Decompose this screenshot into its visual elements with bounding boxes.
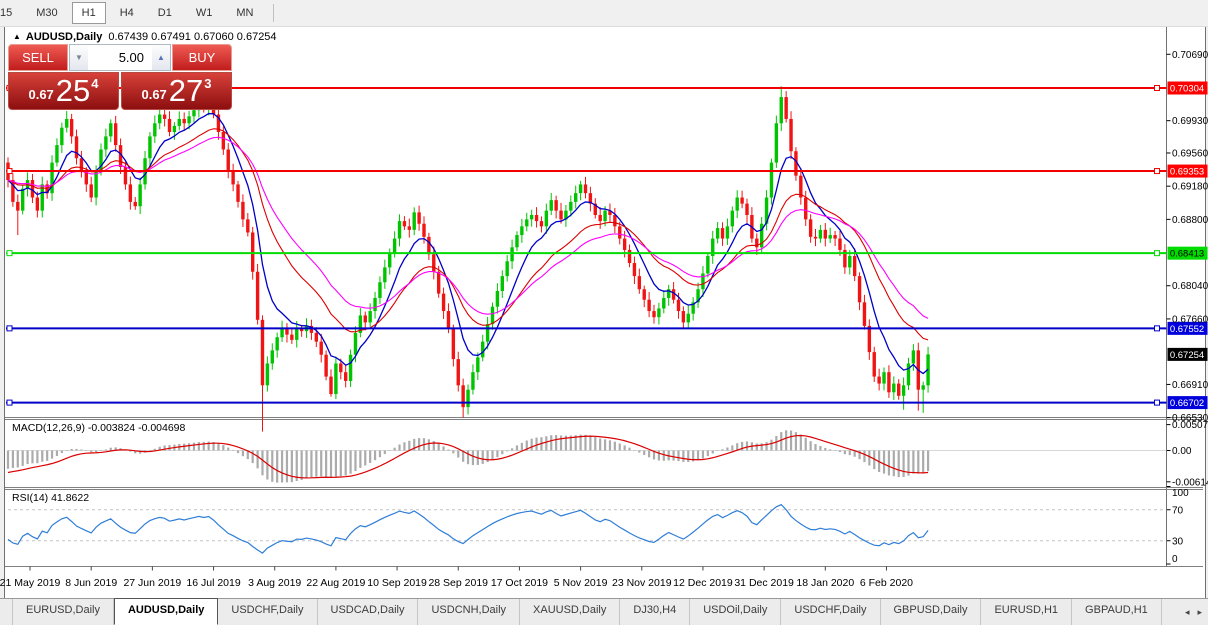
timeframe-d1[interactable]: D1 [148, 2, 182, 24]
svg-text:10 Sep 2019: 10 Sep 2019 [367, 577, 427, 589]
svg-text:22 Aug 2019: 22 Aug 2019 [306, 577, 365, 589]
svg-text:0.67552: 0.67552 [1170, 324, 1204, 335]
svg-text:70: 70 [1172, 505, 1184, 516]
svg-text:-0.00614: -0.00614 [1172, 477, 1208, 488]
svg-text:21 May 2019: 21 May 2019 [0, 577, 61, 589]
buy-price-prefix: 0.67 [141, 87, 167, 102]
tab-audusd-daily[interactable]: AUDUSD,Daily [113, 598, 219, 625]
chart-ohlc-values: 0.67439 0.67491 0.67060 0.67254 [108, 31, 277, 43]
tab-gbpusd-daily[interactable]: GBPUSD,Daily [880, 599, 982, 625]
tab-eurusd-h1[interactable]: EURUSD,H1 [981, 599, 1073, 625]
tab-gbpaud-h1[interactable]: GBPAUD,H1 [1072, 599, 1162, 625]
timeframe-h4[interactable]: H4 [110, 2, 144, 24]
svg-text:5 Nov 2019: 5 Nov 2019 [554, 577, 608, 589]
svg-text:0.70304: 0.70304 [1170, 84, 1204, 95]
tab-xauusd-daily[interactable]: XAUUSD,Daily [520, 599, 621, 625]
sell-price-pip-digit: 4 [91, 76, 99, 91]
timeframe-h1[interactable]: H1 [71, 2, 106, 24]
svg-text:0.68413: 0.68413 [1170, 249, 1204, 260]
svg-text:0.005076: 0.005076 [1172, 420, 1208, 431]
svg-text:0.69180: 0.69180 [1172, 182, 1208, 193]
tab-usdchf-daily-2[interactable]: USDCHF,Daily [781, 599, 881, 625]
timeframe-w1[interactable]: W1 [186, 2, 223, 24]
svg-text:0.69353: 0.69353 [1170, 167, 1204, 178]
svg-text:28 Sep 2019: 28 Sep 2019 [428, 577, 488, 589]
buy-price-big-digits: 27 [168, 73, 204, 108]
svg-text:0.66910: 0.66910 [1172, 380, 1208, 391]
svg-text:12 Dec 2019: 12 Dec 2019 [673, 577, 733, 589]
tab-usdcnh-daily[interactable]: USDCNH,Daily [418, 599, 521, 625]
volume-input[interactable]: 5.00 [88, 45, 152, 70]
svg-text:0.67660: 0.67660 [1172, 314, 1208, 325]
tab-usdcad-daily[interactable]: USDCAD,Daily [317, 599, 419, 625]
svg-text:0.68800: 0.68800 [1172, 215, 1208, 226]
svg-text:0.66702: 0.66702 [1170, 398, 1204, 409]
tab-stub [0, 599, 13, 625]
sell-price-big-digits: 25 [55, 73, 91, 108]
svg-text:100: 100 [1172, 488, 1189, 499]
timeframe-m15[interactable]: 15 [0, 2, 22, 24]
svg-text:3 Aug 2019: 3 Aug 2019 [248, 577, 301, 589]
svg-text:0.00: 0.00 [1172, 446, 1192, 457]
volume-increase-icon[interactable]: ▲ [152, 45, 170, 70]
tab-eurusd-daily[interactable]: EURUSD,Daily [13, 599, 114, 625]
timeframe-m30[interactable]: M30 [26, 2, 67, 24]
tab-usdchf-daily[interactable]: USDCHF,Daily [218, 599, 318, 625]
sell-price-box[interactable]: 0.67 25 4 [8, 72, 119, 110]
buy-price-box[interactable]: 0.67 27 3 [121, 72, 232, 110]
tab-usdoil-daily[interactable]: USDOil,Daily [690, 599, 782, 625]
tab-scroll-left-icon[interactable]: ◂ [1185, 607, 1190, 618]
svg-text:31 Dec 2019: 31 Dec 2019 [734, 577, 794, 589]
collapse-triangle-icon[interactable]: ▲ [13, 32, 21, 41]
svg-text:0.69560: 0.69560 [1172, 148, 1208, 159]
sell-button[interactable]: SELL [8, 44, 68, 71]
svg-text:27 Jun 2019: 27 Jun 2019 [123, 577, 181, 589]
svg-text:0.68040: 0.68040 [1172, 281, 1208, 292]
buy-price-pip-digit: 3 [204, 76, 212, 91]
toolbar-separator [273, 4, 275, 22]
sell-price-prefix: 0.67 [28, 87, 54, 102]
svg-text:0.70690: 0.70690 [1172, 50, 1208, 61]
macd-indicator-label: MACD(12,26,9) -0.003824 -0.004698 [12, 422, 186, 434]
svg-text:16 Jul 2019: 16 Jul 2019 [186, 577, 240, 589]
svg-text:23 Nov 2019: 23 Nov 2019 [612, 577, 672, 589]
svg-text:30: 30 [1172, 536, 1184, 547]
svg-text:8 Jun 2019: 8 Jun 2019 [65, 577, 117, 589]
svg-text:18 Jan 2020: 18 Jan 2020 [796, 577, 854, 589]
buy-button[interactable]: BUY [172, 44, 232, 71]
chart-symbol-label: AUDUSD,Daily [25, 31, 103, 43]
svg-text:17 Oct 2019: 17 Oct 2019 [491, 577, 548, 589]
svg-text:0.69930: 0.69930 [1172, 116, 1208, 127]
chart-tabbar: EURUSD,Daily AUDUSD,Daily USDCHF,Daily U… [0, 598, 1208, 625]
svg-text:0.67254: 0.67254 [1170, 350, 1204, 361]
tab-scroll-right-icon[interactable]: ▸ [1197, 607, 1202, 618]
timeframe-mn[interactable]: MN [226, 2, 263, 24]
volume-spinbox: ▼ 5.00 ▲ [69, 44, 171, 71]
timeframe-toolbar: 15 M30 H1 H4 D1 W1 MN [0, 0, 1208, 27]
volume-decrease-icon[interactable]: ▼ [70, 45, 88, 70]
one-click-trading-panel: SELL ▼ 5.00 ▲ BUY 0.67 25 4 0.67 27 3 [8, 44, 232, 110]
svg-text:6 Feb 2020: 6 Feb 2020 [860, 577, 913, 589]
rsi-indicator-label: RSI(14) 41.8622 [12, 492, 90, 504]
tab-dj30-h4[interactable]: DJ30,H4 [620, 599, 691, 625]
svg-text:0: 0 [1172, 554, 1178, 565]
chart-title: ▲ AUDUSD,Daily 0.67439 0.67491 0.67060 0.6… [13, 31, 277, 43]
